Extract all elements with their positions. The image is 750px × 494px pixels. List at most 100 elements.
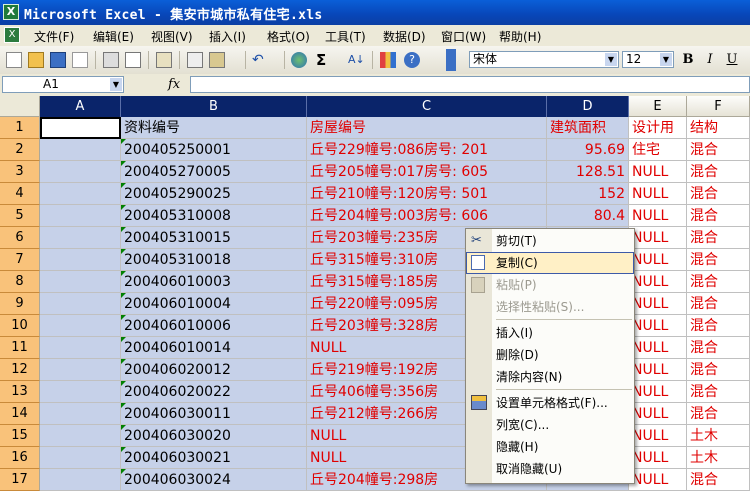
cell-a[interactable]: [40, 139, 121, 161]
cell-b[interactable]: 资料编号: [121, 117, 307, 139]
cell-f[interactable]: 混合: [687, 227, 750, 249]
menu-item-clear-contents[interactable]: 清除内容(N): [466, 366, 634, 388]
chevron-down-icon[interactable]: ▼: [605, 53, 617, 66]
cell-b[interactable]: 200406010004: [121, 293, 307, 315]
italic-button[interactable]: I: [701, 52, 719, 68]
cell-b[interactable]: 200406030020: [121, 425, 307, 447]
cell-a[interactable]: [40, 205, 121, 227]
autosum-icon[interactable]: Σ: [316, 52, 332, 68]
menu-item-delete[interactable]: 删除(D): [466, 344, 634, 366]
row-header[interactable]: 10: [0, 315, 40, 337]
cell-e[interactable]: NULL: [629, 271, 687, 293]
row-header[interactable]: 3: [0, 161, 40, 183]
cell-b[interactable]: 200406030011: [121, 403, 307, 425]
cell-e[interactable]: NULL: [629, 315, 687, 337]
cell-d[interactable]: 建筑面积: [547, 117, 629, 139]
cell-f[interactable]: 混合: [687, 183, 750, 205]
row-header[interactable]: 8: [0, 271, 40, 293]
hyperlink-icon[interactable]: [291, 52, 307, 68]
cell-f[interactable]: 混合: [687, 359, 750, 381]
cell-b[interactable]: 200405250001: [121, 139, 307, 161]
cell-f[interactable]: 混合: [687, 161, 750, 183]
row-header[interactable]: 7: [0, 249, 40, 271]
cell-f[interactable]: 混合: [687, 139, 750, 161]
print-preview-icon[interactable]: [125, 52, 141, 68]
menu-item-hide[interactable]: 隐藏(H): [466, 436, 634, 458]
cell-b[interactable]: 200406010014: [121, 337, 307, 359]
menu-format[interactable]: 格式(O): [267, 28, 310, 45]
cell-f[interactable]: 混合: [687, 403, 750, 425]
cell-f[interactable]: 混合: [687, 249, 750, 271]
row-header[interactable]: 11: [0, 337, 40, 359]
name-box[interactable]: A1 ▼: [2, 76, 124, 93]
cell-f[interactable]: 土木: [687, 425, 750, 447]
sort-ascending-icon[interactable]: A↓: [348, 52, 365, 68]
print-icon[interactable]: [103, 52, 119, 68]
paste-icon[interactable]: [209, 52, 225, 68]
row-header[interactable]: 9: [0, 293, 40, 315]
menu-item-paste[interactable]: 粘贴(P): [466, 274, 634, 296]
chevron-down-icon[interactable]: ▼: [110, 78, 122, 91]
new-icon[interactable]: [6, 52, 22, 68]
cell-e[interactable]: 住宅: [629, 139, 687, 161]
cell-e[interactable]: NULL: [629, 293, 687, 315]
cell-a[interactable]: [40, 315, 121, 337]
cell-e[interactable]: NULL: [629, 205, 687, 227]
cell-c[interactable]: 丘号205幢号:017房号: 605: [307, 161, 547, 183]
menu-edit[interactable]: 编辑(E): [93, 28, 134, 45]
cell-a[interactable]: [40, 183, 121, 205]
row-header[interactable]: 6: [0, 227, 40, 249]
workbook-icon[interactable]: X: [4, 27, 20, 43]
menu-item-column-width[interactable]: 列宽(C)...: [466, 414, 634, 436]
open-icon[interactable]: [28, 52, 44, 68]
row-header[interactable]: 16: [0, 447, 40, 469]
cell-c[interactable]: 丘号210幢号:120房号: 501: [307, 183, 547, 205]
menu-tools[interactable]: 工具(T): [325, 28, 366, 45]
cell-d[interactable]: 128.51: [547, 161, 629, 183]
cell-c[interactable]: 房屋编号: [307, 117, 547, 139]
menu-data[interactable]: 数据(D): [383, 28, 426, 45]
bold-button[interactable]: B: [679, 52, 697, 68]
formula-input[interactable]: [190, 76, 750, 93]
cell-d[interactable]: 152: [547, 183, 629, 205]
cell-b[interactable]: 200406030024: [121, 469, 307, 491]
permission-icon[interactable]: [72, 52, 88, 68]
toolbar-options-icon[interactable]: [446, 49, 456, 71]
cell-a[interactable]: [40, 447, 121, 469]
row-header[interactable]: 1: [0, 117, 40, 139]
cell-a[interactable]: [40, 381, 121, 403]
chart-wizard-icon[interactable]: [380, 52, 396, 68]
column-header-a[interactable]: A: [40, 96, 121, 117]
cell-e[interactable]: NULL: [629, 161, 687, 183]
select-all-corner[interactable]: [0, 96, 40, 117]
menu-item-cut[interactable]: ✂ 剪切(T): [466, 230, 634, 252]
cell-b[interactable]: 200406030021: [121, 447, 307, 469]
menu-item-insert[interactable]: 插入(I): [466, 322, 634, 344]
cell-a[interactable]: [40, 227, 121, 249]
cell-f[interactable]: 混合: [687, 271, 750, 293]
undo-icon[interactable]: ↶: [252, 52, 268, 68]
row-header[interactable]: 14: [0, 403, 40, 425]
cell-b[interactable]: 200406020012: [121, 359, 307, 381]
font-size-select[interactable]: 12 ▼: [622, 51, 674, 68]
cell-e[interactable]: NULL: [629, 425, 687, 447]
column-header-d[interactable]: D: [547, 96, 629, 117]
cell-d[interactable]: 95.69: [547, 139, 629, 161]
cell-b[interactable]: 200405310018: [121, 249, 307, 271]
cell-a[interactable]: [40, 249, 121, 271]
cell-e[interactable]: NULL: [629, 469, 687, 491]
excel-app-icon[interactable]: X: [3, 4, 19, 20]
underline-button[interactable]: U: [723, 52, 741, 68]
worksheet-grid[interactable]: A B C D E F 1 资料编号 房屋编号 建筑面积 设计用 结构 2 200405250…: [0, 96, 750, 494]
save-icon[interactable]: [50, 52, 66, 68]
row-header[interactable]: 5: [0, 205, 40, 227]
cell-a[interactable]: [40, 359, 121, 381]
research-icon[interactable]: [156, 52, 172, 68]
fx-icon[interactable]: fx: [168, 77, 180, 92]
menu-view[interactable]: 视图(V): [151, 28, 193, 45]
cell-f[interactable]: 混合: [687, 293, 750, 315]
cell-c[interactable]: 丘号204幢号:003房号: 606: [307, 205, 547, 227]
menu-item-unhide[interactable]: 取消隐藏(U): [466, 458, 634, 480]
cell-e[interactable]: NULL: [629, 403, 687, 425]
cell-a[interactable]: [40, 293, 121, 315]
